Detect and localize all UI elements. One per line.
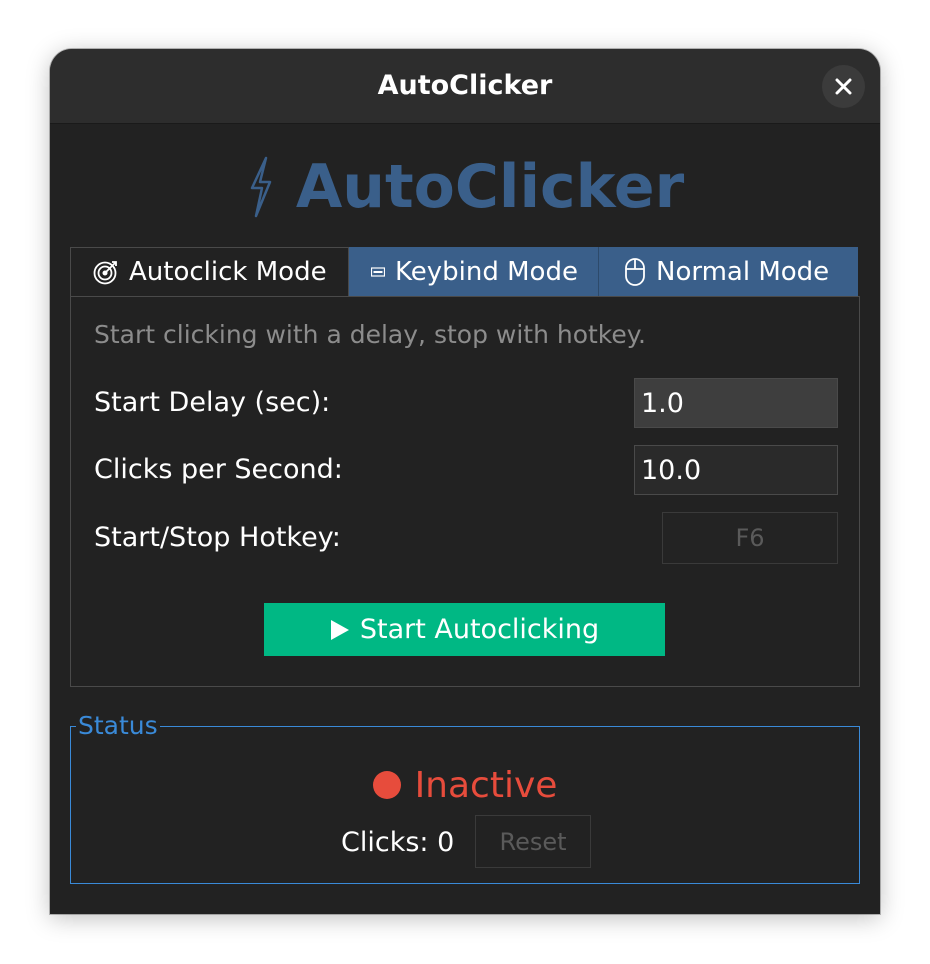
mode-tabs: Autoclick Mode Keybind Mode Normal Mode <box>70 247 858 296</box>
hotkey-button[interactable]: F6 <box>662 512 838 564</box>
title-bar[interactable]: AutoClicker <box>50 49 880 124</box>
start-autoclicking-button[interactable]: Start Autoclicking <box>264 603 665 656</box>
tab-autoclick-label: Autoclick Mode <box>129 257 327 287</box>
hotkey-label: Start/Stop Hotkey: <box>94 522 341 553</box>
start-button-label: Start Autoclicking <box>359 614 600 645</box>
start-delay-input[interactable] <box>634 378 838 428</box>
play-icon <box>330 619 349 640</box>
lightning-bolt-icon <box>250 156 272 218</box>
reset-button[interactable]: Reset <box>475 815 591 868</box>
status-dot-icon <box>372 771 401 799</box>
status-text: Inactive <box>414 764 558 806</box>
close-button[interactable] <box>822 65 865 108</box>
tab-keybind-mode[interactable]: Keybind Mode <box>349 247 599 296</box>
cps-label: Clicks per Second: <box>94 454 343 485</box>
status-legend: Status <box>76 711 160 740</box>
close-icon <box>835 78 852 95</box>
mouse-icon <box>625 257 645 286</box>
app-heading: AutoClicker <box>50 147 880 227</box>
tab-normal-mode[interactable]: Normal Mode <box>599 247 858 296</box>
clicks-counter: Clicks: 0 <box>341 825 454 861</box>
start-delay-label: Start Delay (sec): <box>94 387 331 418</box>
tab-keybind-label: Keybind Mode <box>395 256 578 287</box>
window-title: AutoClicker <box>377 70 553 101</box>
clicks-value: 0 <box>437 827 455 858</box>
tab-normal-label: Normal Mode <box>656 256 830 287</box>
tab-autoclick-mode[interactable]: Autoclick Mode <box>70 247 349 296</box>
autoclicker-window: AutoClicker AutoClicker Autoclick Mode K… <box>50 49 880 914</box>
app-heading-text: AutoClicker <box>295 152 685 222</box>
mode-description: Start clicking with a delay, stop with h… <box>94 320 646 349</box>
cps-input[interactable] <box>634 445 838 495</box>
status-indicator: Inactive <box>50 762 880 808</box>
clicks-label: Clicks: <box>341 827 429 858</box>
target-icon <box>93 261 117 285</box>
keyboard-icon <box>371 266 385 277</box>
